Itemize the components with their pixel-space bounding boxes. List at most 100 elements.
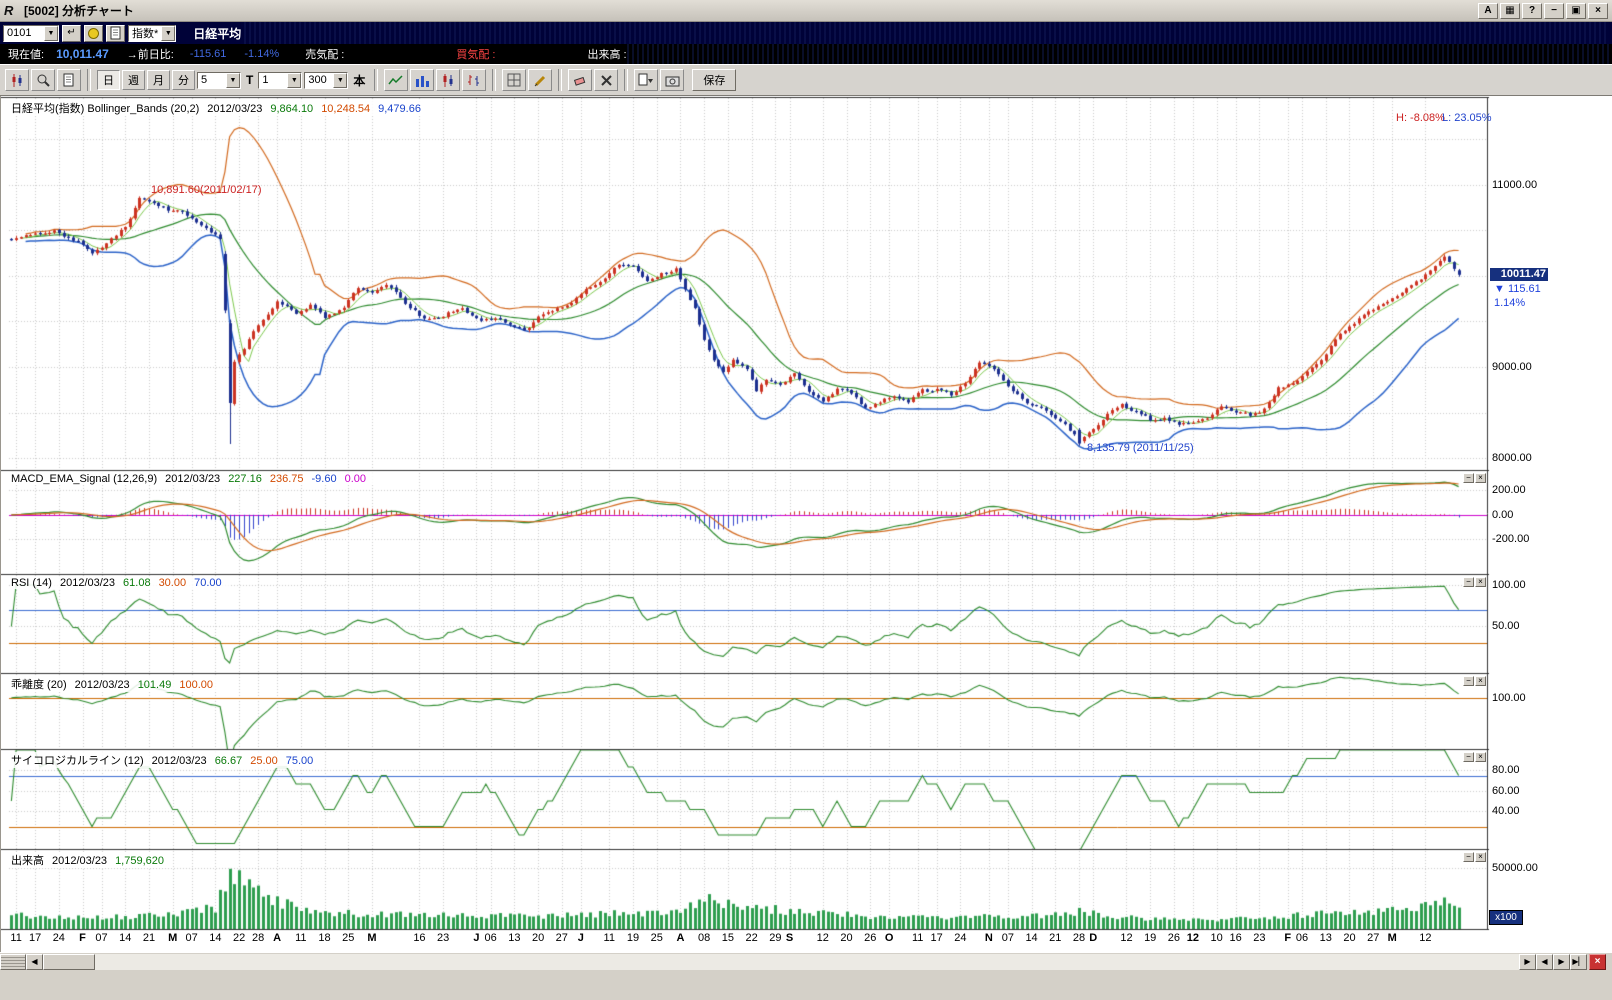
copy-dropdown-icon[interactable] [634,69,658,91]
period-month-button[interactable]: 月 [147,70,170,90]
minimize-button[interactable]: − [1544,3,1564,19]
scrollbar-track[interactable] [95,954,1519,970]
x-axis-label: 07 [998,932,1018,944]
bar-count-dropdown-icon[interactable]: ▼ [333,73,347,88]
save-button[interactable]: 保存 [692,69,736,91]
help-button[interactable]: ? [1522,3,1542,19]
x-axis-label: N [979,932,999,944]
symbol-code-combo[interactable]: 0101 ▼ [3,25,59,42]
header-value: 9,864.10 [270,103,313,115]
symbol-type-combo[interactable]: 指数* ▼ [128,25,176,42]
grid-icon[interactable] [502,69,526,91]
low-pct-label: L: 23.05% [1442,112,1492,124]
x-axis-label: 26 [1164,932,1184,944]
camera-svg [665,74,680,87]
x-axis-label: J [571,932,591,944]
symbol-type-value[interactable]: 指数* [129,25,161,41]
restore-button[interactable]: ▣ [1566,3,1586,19]
panel-layout-button[interactable]: ▦ [1500,3,1520,19]
header-value: 2012/03/23 [60,577,115,589]
eraser-svg [573,73,588,88]
x-axis-label: 23 [433,932,453,944]
chart-canvas[interactable] [1,96,1612,952]
chart-close-button[interactable]: × [1589,954,1606,970]
line-chart-icon[interactable] [384,69,408,91]
vol-panel-minimize-button[interactable]: − [1463,852,1474,862]
delete-drawing-icon[interactable] [594,69,618,91]
rsi-panel-minimize-button[interactable]: − [1463,577,1474,587]
copy-dropdown-svg [638,73,654,88]
copy-page-icon[interactable] [57,69,81,91]
axis-label-vol: 50000.00 [1492,862,1538,874]
symbol-code-value[interactable]: 0101 [4,27,44,39]
page-count-value[interactable]: 1 [259,74,287,86]
header-value: サイコロジカルライン (12) [11,755,144,767]
x-axis-label: 17 [25,932,45,944]
minute-interval-dropdown-icon[interactable]: ▼ [226,73,240,88]
header-value: 0.00 [345,473,366,485]
macd-panel-close-button[interactable]: × [1475,473,1486,483]
x-axis-label: 21 [139,932,159,944]
x-axis-label: 14 [205,932,225,944]
scroll-left-button[interactable]: ◀ [26,954,43,970]
x-axis-label: A [267,932,287,944]
toolbar-separator [374,69,378,91]
axis-label-rsi: 50.00 [1492,620,1520,632]
macd-panel-minimize-button[interactable]: − [1463,473,1474,483]
page-count-combo[interactable]: 1 ▼ [258,72,302,89]
splitter-grip[interactable] [0,954,26,970]
enter-button[interactable]: ↵ [62,25,81,42]
new-chart-icon[interactable] [5,69,29,91]
period-day-button[interactable]: 日 [97,70,120,90]
scrollbar-thumb[interactable] [43,954,95,970]
titlebar[interactable]: R [5002] 分析チャート A ▦ ? − ▣ × [0,0,1612,22]
axis-label-macd: -200.00 [1492,533,1529,545]
ratio-panel-minimize-button[interactable]: − [1463,676,1474,686]
close-button[interactable]: × [1588,3,1608,19]
coin-icon[interactable] [84,25,103,42]
axis-label-main: 8000.00 [1492,452,1532,464]
header-value: -9.60 [312,473,337,485]
price-change-value: -115.61 [190,48,227,60]
x-axis-label: 19 [1140,932,1160,944]
window-title: [5002] 分析チャート [24,2,134,19]
minute-interval-combo[interactable]: 5 ▼ [197,72,241,89]
header-value: 30.00 [159,577,187,589]
volume-label: 出来高 : [587,46,626,62]
psych-panel-minimize-button[interactable]: − [1463,752,1474,762]
bar-chart-icon[interactable] [410,69,434,91]
x-axis-label: 12 [1415,932,1435,944]
memo-icon[interactable] [106,25,125,42]
ohlc-chart-icon[interactable] [462,69,486,91]
page-count-dropdown-icon[interactable]: ▼ [287,73,301,88]
t-label: T [246,73,253,87]
rsi-panel-close-button[interactable]: × [1475,577,1486,587]
price-change-marker: ▼ 115.61 [1494,283,1541,295]
symbol-code-dropdown-icon[interactable]: ▼ [44,26,58,41]
symbol-type-dropdown-icon[interactable]: ▼ [161,26,175,41]
eraser-icon[interactable] [568,69,592,91]
font-size-button[interactable]: A [1478,3,1498,19]
header-value: RSI (14) [11,577,52,589]
page-prev-button[interactable]: ◀ [1536,954,1553,970]
volume-unit-badge: x100 [1489,910,1523,925]
ratio-panel-close-button[interactable]: × [1475,676,1486,686]
psych-panel-close-button[interactable]: × [1475,752,1486,762]
period-minute-button[interactable]: 分 [172,70,195,90]
prev-diff-label: →前日比: [127,46,174,62]
page-next-button[interactable]: ▶ [1553,954,1570,970]
candlestick-chart-icon[interactable] [436,69,460,91]
draw-line-icon[interactable] [528,69,552,91]
jump-latest-button[interactable]: ▶▏ [1570,954,1587,970]
x-axis-label: 13 [1316,932,1336,944]
minute-interval-value[interactable]: 5 [198,74,226,86]
bar-count-value[interactable]: 300 [305,74,333,86]
bar-count-combo[interactable]: 300 ▼ [304,72,348,89]
current-price-marker: 10011.47 [1490,268,1548,281]
header-value: 101.49 [138,679,172,691]
vol-panel-close-button[interactable]: × [1475,852,1486,862]
zoom-icon[interactable] [31,69,55,91]
screenshot-icon[interactable] [660,69,684,91]
period-week-button[interactable]: 週 [122,70,145,90]
scroll-right-button[interactable]: ▶ [1519,954,1536,970]
